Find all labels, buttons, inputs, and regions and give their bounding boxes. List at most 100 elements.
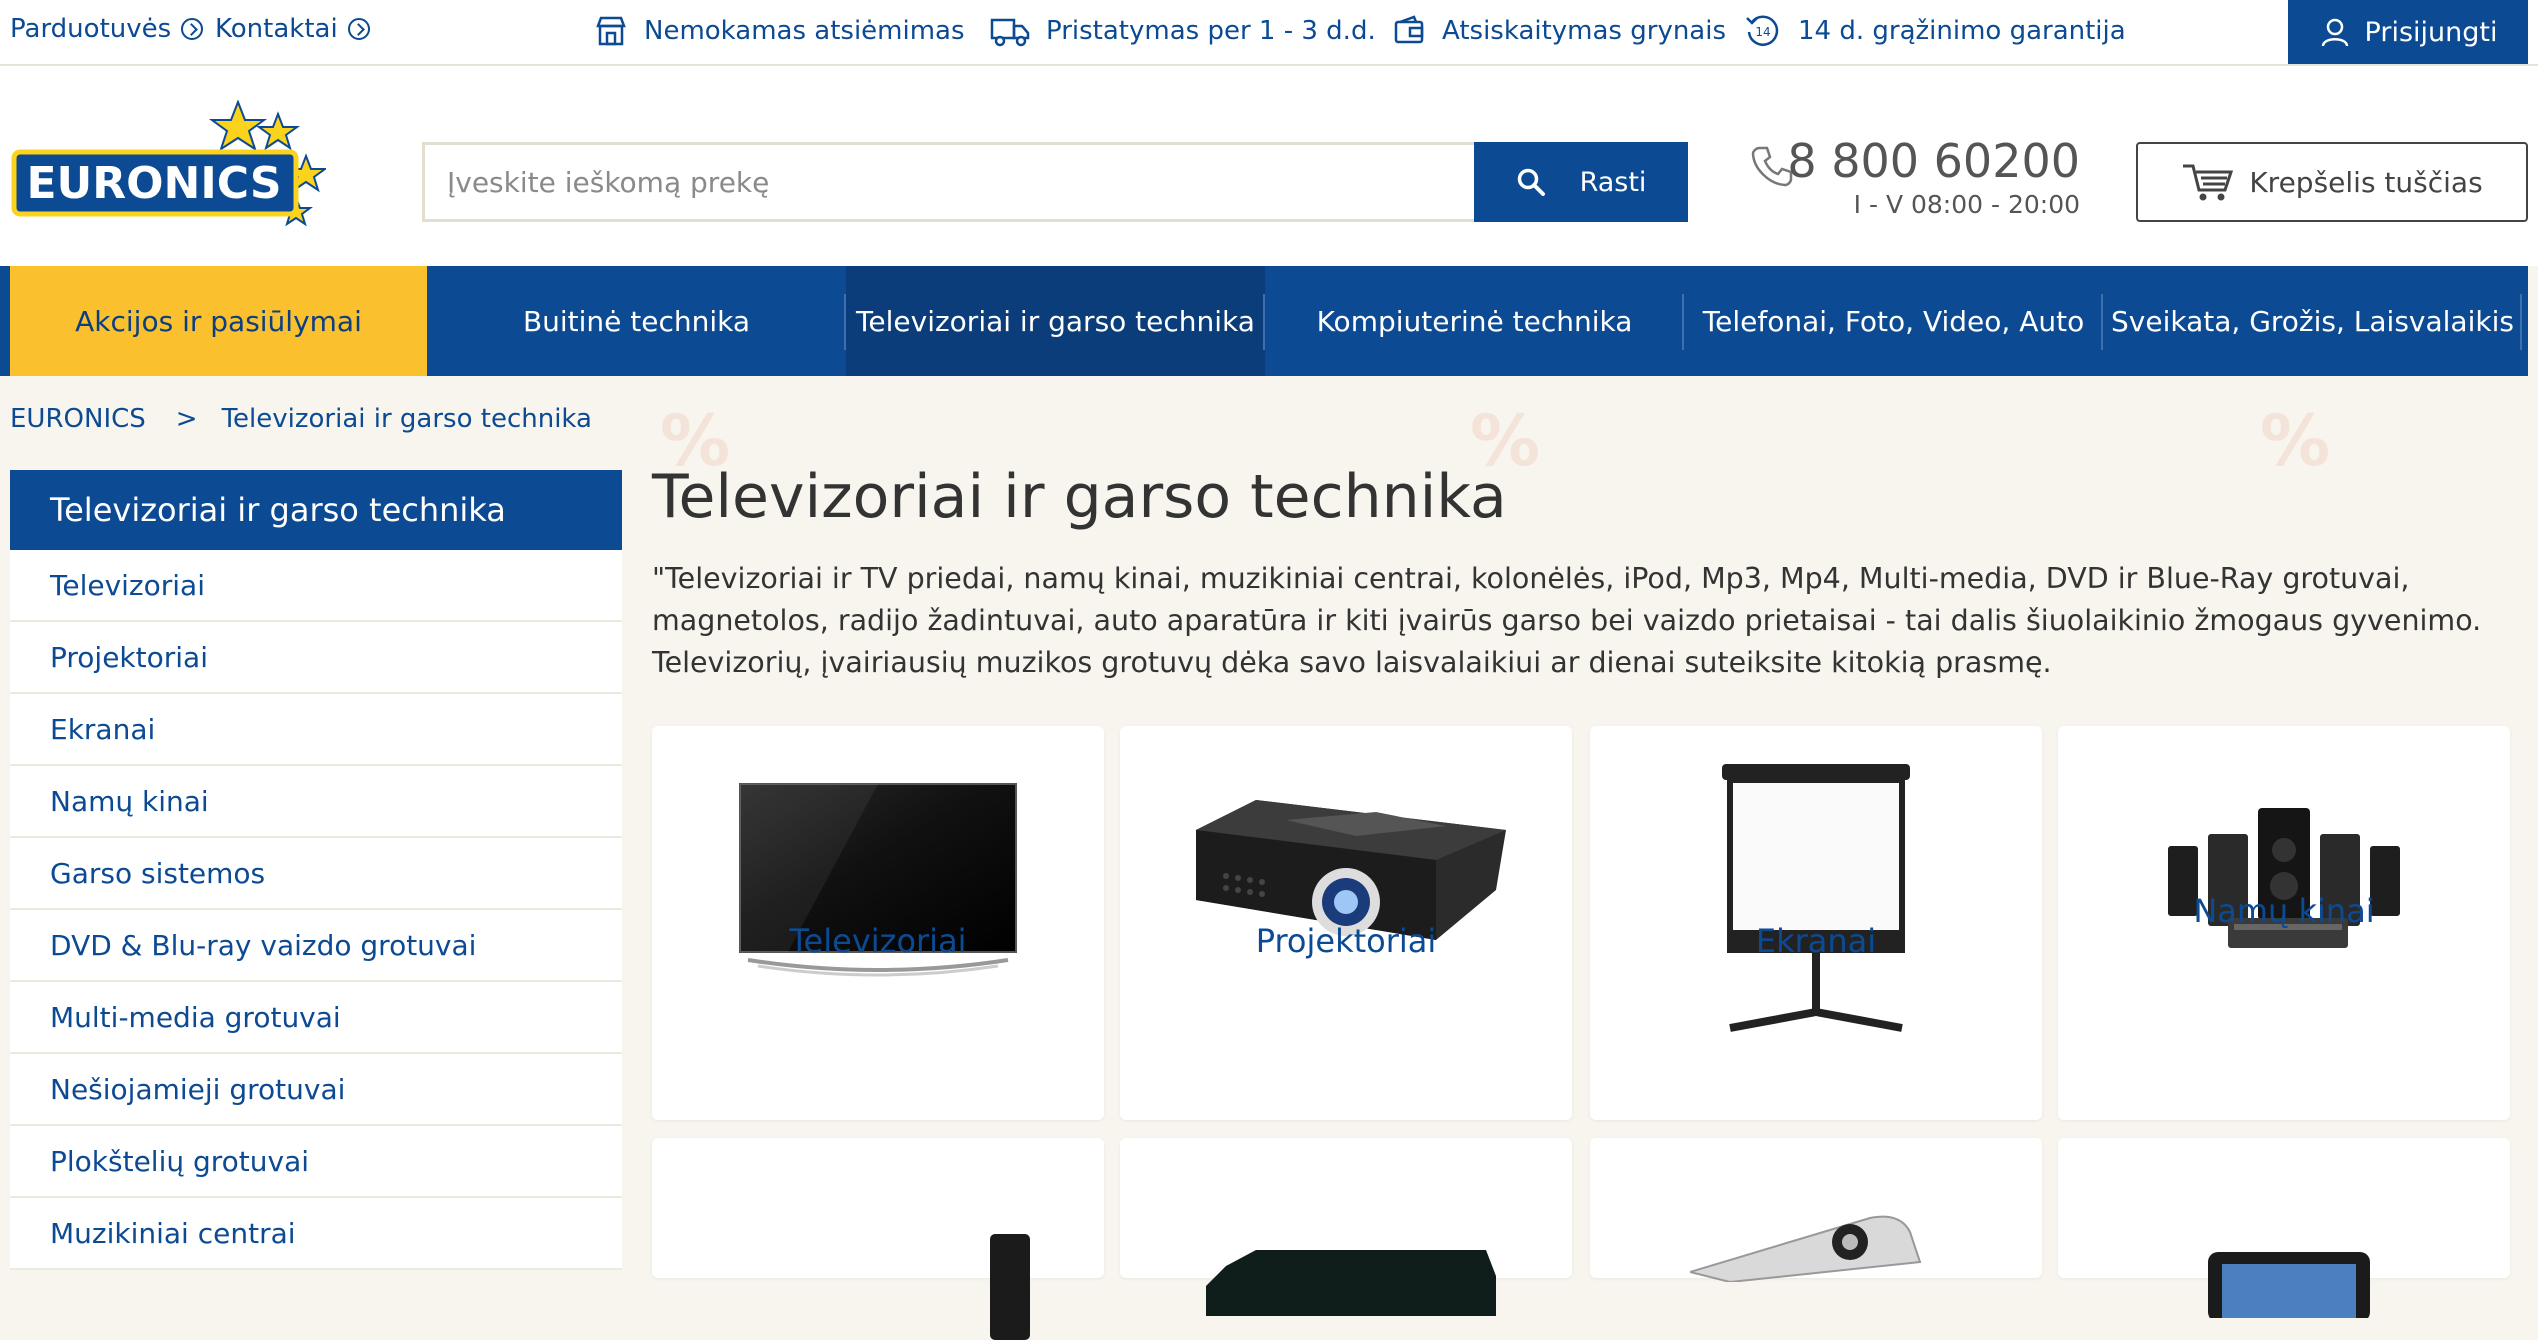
nav-item-label: Kompiuterinė technika <box>1316 304 1633 338</box>
remote-image <box>1690 1215 1922 1282</box>
category-card-label: Namų kinai <box>2193 892 2375 930</box>
breadcrumb-home-link[interactable]: EURONICS <box>10 404 146 434</box>
category-card-screens[interactable]: Ekranai <box>1590 726 2042 1120</box>
sidebar-item-label: Ekranai <box>50 712 156 746</box>
nav-item-computers[interactable]: Kompiuterinė technika <box>1265 266 1684 376</box>
category-description: "Televizoriai ir TV priedai, namų kinai,… <box>652 562 2482 679</box>
sidebar-item-dvd-bluray[interactable]: DVD & Blu-ray vaizdo grotuvai <box>10 910 622 982</box>
sidebar-item-label: Garso sistemos <box>50 856 266 890</box>
sidebar-item-label: Nešiojamieji grotuvai <box>50 1072 346 1106</box>
category-card-label: Projektoriai <box>1255 922 1437 960</box>
sidebar-item-home-cinema[interactable]: Namų kinai <box>10 766 622 838</box>
nav-item-label: Televizoriai ir garso technika <box>856 304 1255 338</box>
logo-star-icon <box>208 99 268 152</box>
breadcrumb-separator: > <box>175 404 198 434</box>
breadcrumb: EURONICS > Televizoriai ir garso technik… <box>10 404 592 434</box>
category-card-tvs[interactable]: Televizoriai <box>652 726 1104 1120</box>
phone-number: 8 800 60200 <box>1787 134 2080 188</box>
search-icon <box>1517 168 1545 196</box>
nav-item-tv-audio[interactable]: Televizoriai ir garso technika <box>846 266 1265 376</box>
sidebar-item-turntables[interactable]: Plokštelių grotuvai <box>10 1126 622 1198</box>
tablet-image <box>2208 1252 2370 1318</box>
search-bar: Rasti <box>422 142 1688 222</box>
cart-button[interactable]: Krepšelis tuščias <box>2136 142 2528 222</box>
tv-image <box>739 783 1017 977</box>
return-14-icon: 14 <box>1746 15 1779 46</box>
category-card-partial[interactable] <box>652 1138 1104 1340</box>
benefit-label: Pristatymas per 1 - 3 d.d. <box>1046 16 1376 46</box>
player-image <box>1206 1250 1496 1316</box>
sidebar-item-label: Plokštelių grotuvai <box>50 1144 310 1178</box>
category-card-partial[interactable] <box>1590 1138 2042 1282</box>
logo-text: EURONICS <box>26 158 281 209</box>
nav-item-phones-photo[interactable]: Telefonai, Foto, Video, Auto <box>1684 266 2103 376</box>
sidebar-item-sound-systems[interactable]: Garso sistemos <box>10 838 622 910</box>
user-icon <box>2321 18 2348 47</box>
category-card-label: Ekranai <box>1755 922 1877 960</box>
category-sidebar: Televizoriai ir garso technika Televizor… <box>10 470 622 1270</box>
search-input[interactable] <box>422 142 1476 222</box>
login-button[interactable]: Prisijungti <box>2288 0 2528 64</box>
breadcrumb-current[interactable]: Televizoriai ir garso technika <box>222 404 592 434</box>
benefit-delivery[interactable]: Pristatymas per 1 - 3 d.d. <box>990 12 1376 50</box>
contacts-link[interactable]: Kontaktai <box>215 14 370 44</box>
home-cinema-image <box>2168 808 2400 948</box>
nav-item-health-beauty[interactable]: Sveikata, Grožis, Laisvalaikis <box>2103 266 2522 376</box>
sidebar-heading[interactable]: Televizoriai ir garso technika <box>10 470 622 550</box>
nav-item-appliances[interactable]: Buitinė technika <box>427 266 846 376</box>
search-button[interactable]: Rasti <box>1474 142 1688 222</box>
sidebar-heading-label: Televizoriai ir garso technika <box>50 491 506 529</box>
login-label: Prisijungti <box>2364 16 2498 48</box>
sidebar-item-tvs[interactable]: Televizoriai <box>10 550 622 622</box>
store-icon <box>596 16 626 46</box>
category-card-home-cinema[interactable]: Namų kinai <box>2058 726 2510 1120</box>
header: EURONICS Rasti 8 800 60200 I - V 08:00 -… <box>0 66 2538 266</box>
euronics-logo[interactable]: EURONICS <box>10 99 329 230</box>
speaker-image <box>990 1234 1030 1340</box>
chevron-right-circle-icon <box>181 18 204 40</box>
nav-item-label: Buitinė technika <box>522 304 751 338</box>
benefit-label: 14 d. grąžinimo garantija <box>1798 16 2126 46</box>
cart-icon <box>2183 164 2234 201</box>
sidebar-item-label: DVD & Blu-ray vaizdo grotuvai <box>50 928 477 962</box>
wallet-icon <box>1394 15 1424 44</box>
search-button-label: Rasti <box>1579 166 1647 198</box>
sidebar-item-music-centers[interactable]: Muzikiniai centrai <box>10 1198 622 1270</box>
return-days-text: 14 <box>1755 25 1770 39</box>
contacts-link-label: Kontaktai <box>215 14 338 44</box>
nav-item-label: Sveikata, Grožis, Laisvalaikis <box>2111 304 2514 338</box>
phone-contact[interactable]: 8 800 60200 I - V 08:00 - 20:00 <box>1750 134 2080 234</box>
sidebar-item-projectors[interactable]: Projektoriai <box>10 622 622 694</box>
cart-label: Krepšelis tuščias <box>2249 165 2483 199</box>
sidebar-item-label: Namų kinai <box>50 784 209 818</box>
sidebar-item-label: Multi-media grotuvai <box>50 1000 341 1034</box>
truck-icon <box>990 18 1030 47</box>
benefit-label: Nemokamas atsiėmimas <box>644 16 965 46</box>
nav-item-label: Akcijos ir pasiūlymai <box>75 304 362 338</box>
category-card-partial[interactable] <box>2058 1138 2510 1318</box>
stores-link[interactable]: Parduotuvės <box>10 14 204 44</box>
promo-watermark: % <box>2260 400 2331 482</box>
category-card-partial[interactable] <box>1120 1138 1572 1316</box>
page-title: Televizoriai ir garso technika <box>652 462 1507 532</box>
sidebar-item-label: Televizoriai <box>50 568 205 602</box>
sidebar-item-portable-players[interactable]: Nešiojamieji grotuvai <box>10 1054 622 1126</box>
sidebar-item-screens[interactable]: Ekranai <box>10 694 622 766</box>
chevron-right-circle-icon <box>347 18 370 40</box>
projection-screen-image <box>1722 764 1910 1032</box>
top-bar: Parduotuvės Kontaktai Nemokamas atsiėmim… <box>0 0 2538 66</box>
projector-image <box>1196 800 1506 940</box>
sidebar-item-multimedia[interactable]: Multi-media grotuvai <box>10 982 622 1054</box>
stores-link-label: Parduotuvės <box>10 14 172 44</box>
benefit-label: Atsiskaitymas grynais <box>1442 16 1727 46</box>
nav-item-promotions[interactable]: Akcijos ir pasiūlymai <box>10 266 427 376</box>
nav-item-label: Telefonai, Foto, Video, Auto <box>1702 304 2085 338</box>
phone-hours: I - V 08:00 - 20:00 <box>1853 190 2080 219</box>
sidebar-item-label: Projektoriai <box>50 640 208 674</box>
category-card-projectors[interactable]: Projektoriai <box>1120 726 1572 1120</box>
benefit-free-pickup[interactable]: Nemokamas atsiėmimas <box>594 12 965 50</box>
main-navigation: Akcijos ir pasiūlymai Buitinė technika T… <box>0 266 2528 376</box>
benefit-cash-payment[interactable]: Atsiskaitymas grynais <box>1392 12 1726 50</box>
benefit-return-guarantee[interactable]: 14 14 d. grąžinimo garantija <box>1744 12 2126 50</box>
sidebar-item-label: Muzikiniai centrai <box>50 1216 296 1250</box>
